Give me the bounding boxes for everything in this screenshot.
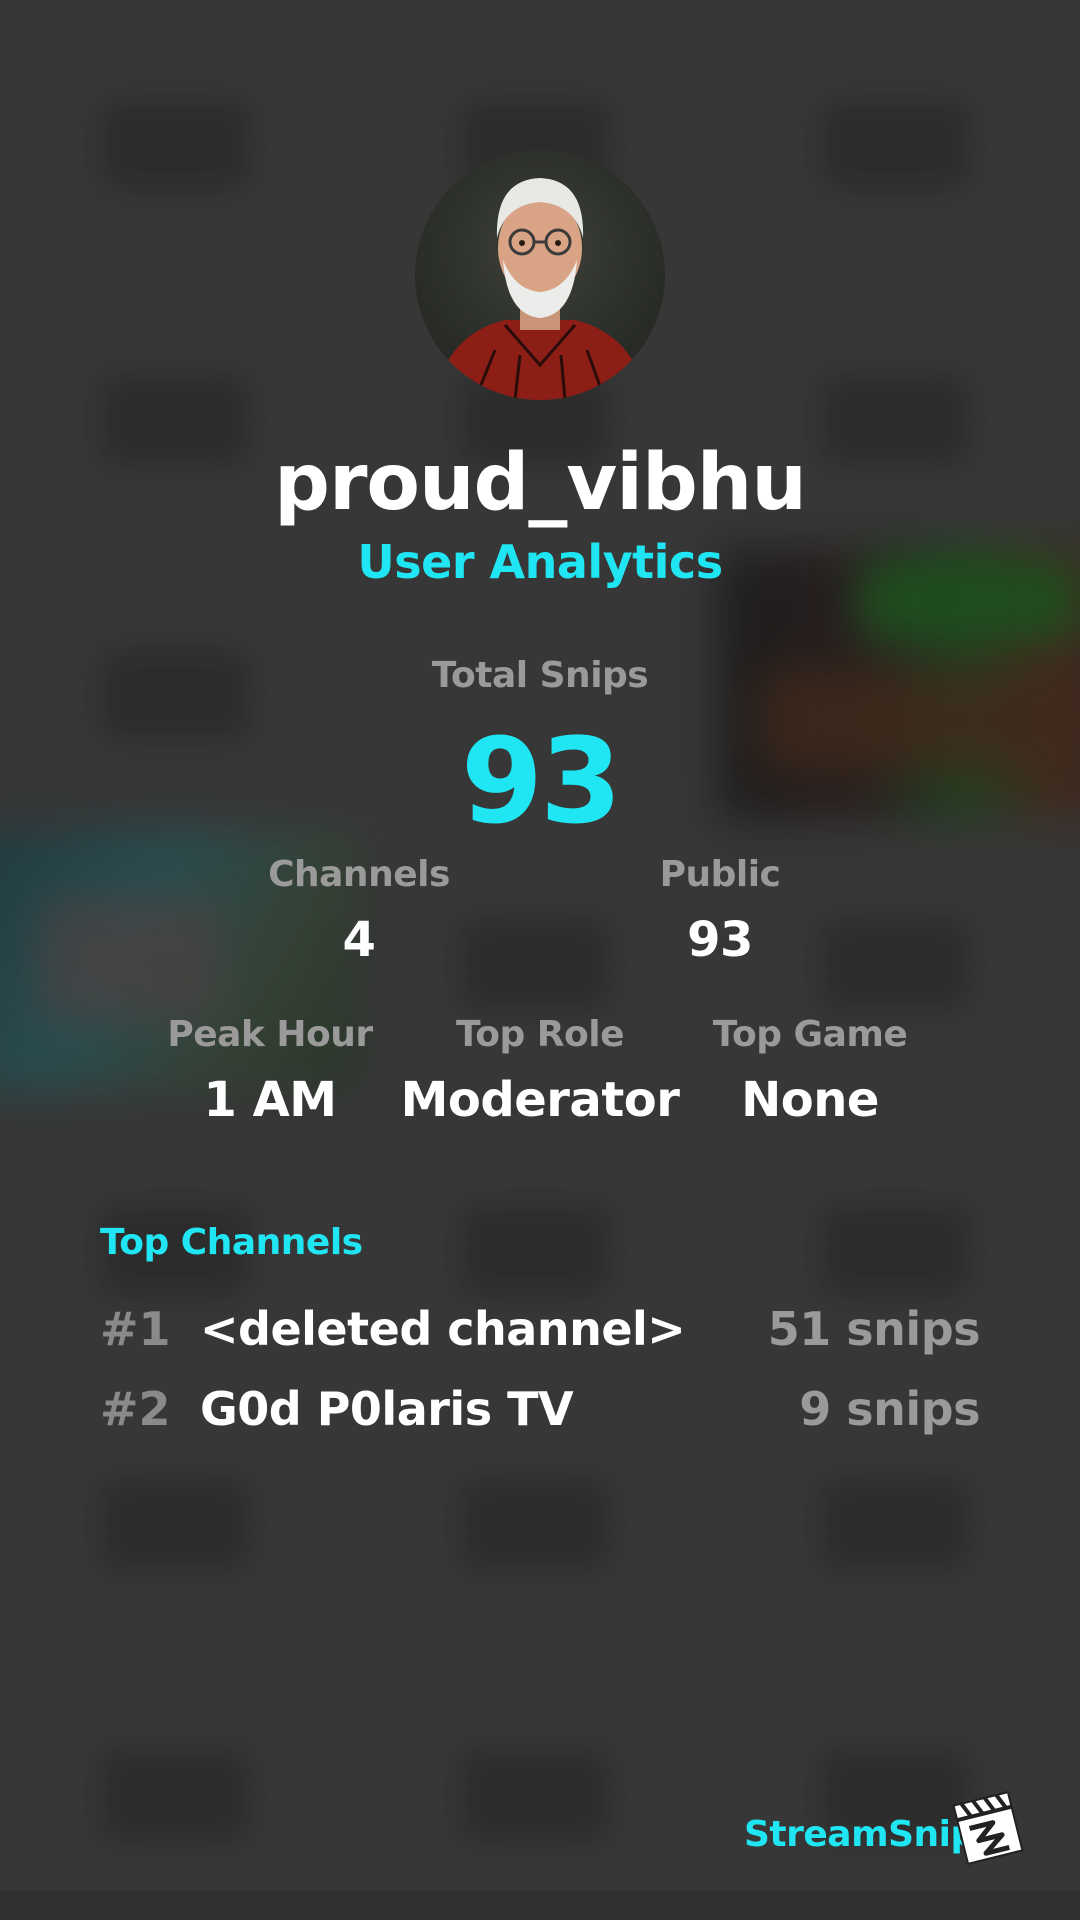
rank-number: #1: [100, 1302, 171, 1356]
channel-name: G0d P0laris TV: [200, 1382, 574, 1436]
top-game-value: None: [741, 1072, 879, 1128]
public-value: 93: [687, 912, 753, 968]
list-item: #1 <deleted channel> 51 snips: [100, 1302, 981, 1366]
bottom-band: [0, 1890, 1080, 1920]
list-item: #2 G0d P0laris TV 9 snips: [100, 1382, 980, 1446]
total-snips-value: 93: [460, 712, 622, 850]
brand-name: StreamSnip: [744, 1814, 976, 1855]
avatar: [415, 150, 665, 400]
public-label: Public: [659, 854, 781, 895]
channels-label: Channels: [268, 854, 450, 895]
rank-number: #2: [100, 1382, 171, 1436]
snip-count: 51 snips: [767, 1302, 981, 1356]
top-game-label: Top Game: [712, 1014, 908, 1055]
user-avatar-illustration: [435, 178, 647, 400]
total-snips-label: Total Snips: [431, 655, 649, 696]
top-role-value: Moderator: [400, 1072, 680, 1128]
channel-name: <deleted channel>: [200, 1302, 686, 1356]
top-channels-title: Top Channels: [100, 1222, 363, 1263]
username: proud_vibhu: [274, 438, 807, 528]
channels-value: 4: [342, 912, 376, 968]
page-subtitle: User Analytics: [357, 535, 723, 589]
peak-hour-value: 1 AM: [203, 1072, 337, 1128]
top-role-label: Top Role: [455, 1014, 625, 1055]
clapperboard-icon: [950, 1790, 1026, 1866]
peak-hour-label: Peak Hour: [167, 1014, 373, 1055]
snip-count: 9 snips: [799, 1382, 980, 1436]
